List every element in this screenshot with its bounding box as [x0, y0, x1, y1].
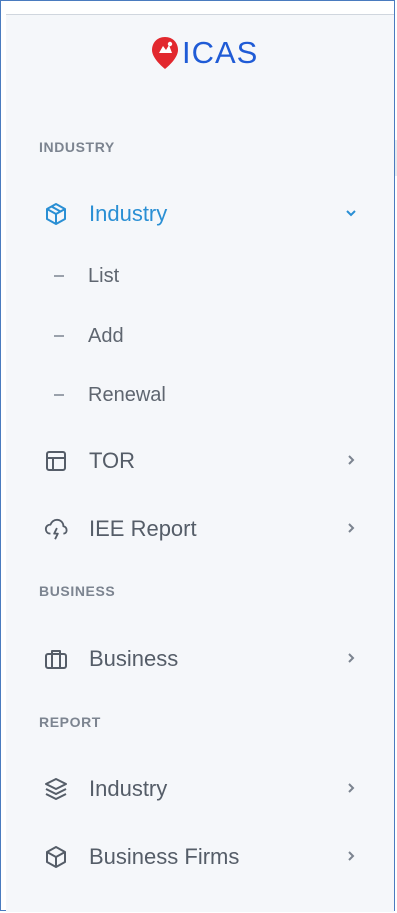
sidebar-item-industry[interactable]: Industry — [44, 196, 364, 232]
cloud-lightning-icon — [44, 517, 68, 541]
sidebar-item-business[interactable]: Business — [44, 641, 364, 677]
briefcase-icon — [44, 647, 68, 671]
brand-logo[interactable]: ICAS — [150, 35, 258, 71]
sidebar-item-label: Industry — [89, 201, 168, 226]
sidebar-item-tor[interactable]: TOR — [44, 443, 364, 479]
sidebar-item-label: TOR — [89, 448, 136, 473]
chevron-down-icon — [344, 206, 358, 220]
chevron-right-icon — [344, 521, 358, 535]
box-icon — [44, 845, 68, 869]
dash-icon — [54, 335, 64, 337]
sidebar-item-label: IEE Report — [89, 516, 197, 541]
dash-icon — [54, 275, 64, 277]
section-business: BUSINESS — [39, 583, 116, 599]
chevron-right-icon — [344, 781, 358, 795]
submenu-item-renewal[interactable]: Renewal — [54, 380, 304, 410]
dash-icon — [54, 394, 64, 396]
submenu-item-add[interactable]: Add — [54, 321, 304, 351]
submenu-item-label: Add — [88, 324, 124, 347]
location-pin-icon — [152, 37, 178, 69]
chevron-right-icon — [344, 849, 358, 863]
brand-name: ICAS — [182, 35, 259, 70]
sidebar-item-label: Business — [89, 646, 179, 671]
sidebar-item-business-firms[interactable]: Business Firms — [44, 839, 364, 875]
submenu-item-list[interactable]: List — [54, 261, 304, 291]
chevron-right-icon — [344, 453, 358, 467]
sidebar-item-label: Industry — [89, 776, 168, 801]
sidebar-item-label: Business Firms — [89, 844, 240, 869]
layers-icon — [44, 777, 68, 801]
cube-icon — [44, 202, 68, 226]
sidebar-item-iee-report[interactable]: IEE Report — [44, 511, 364, 547]
submenu-item-label: List — [88, 264, 120, 287]
sidebar-item-report-industry[interactable]: Industry — [44, 771, 364, 807]
layout-icon — [44, 449, 68, 473]
section-report: REPORT — [39, 714, 101, 730]
chevron-right-icon — [344, 651, 358, 665]
section-industry: INDUSTRY — [39, 139, 115, 155]
submenu-item-label: Renewal — [88, 383, 166, 406]
sidebar: ICAS INDUSTRY Industry List Add Renewal — [6, 14, 394, 912]
